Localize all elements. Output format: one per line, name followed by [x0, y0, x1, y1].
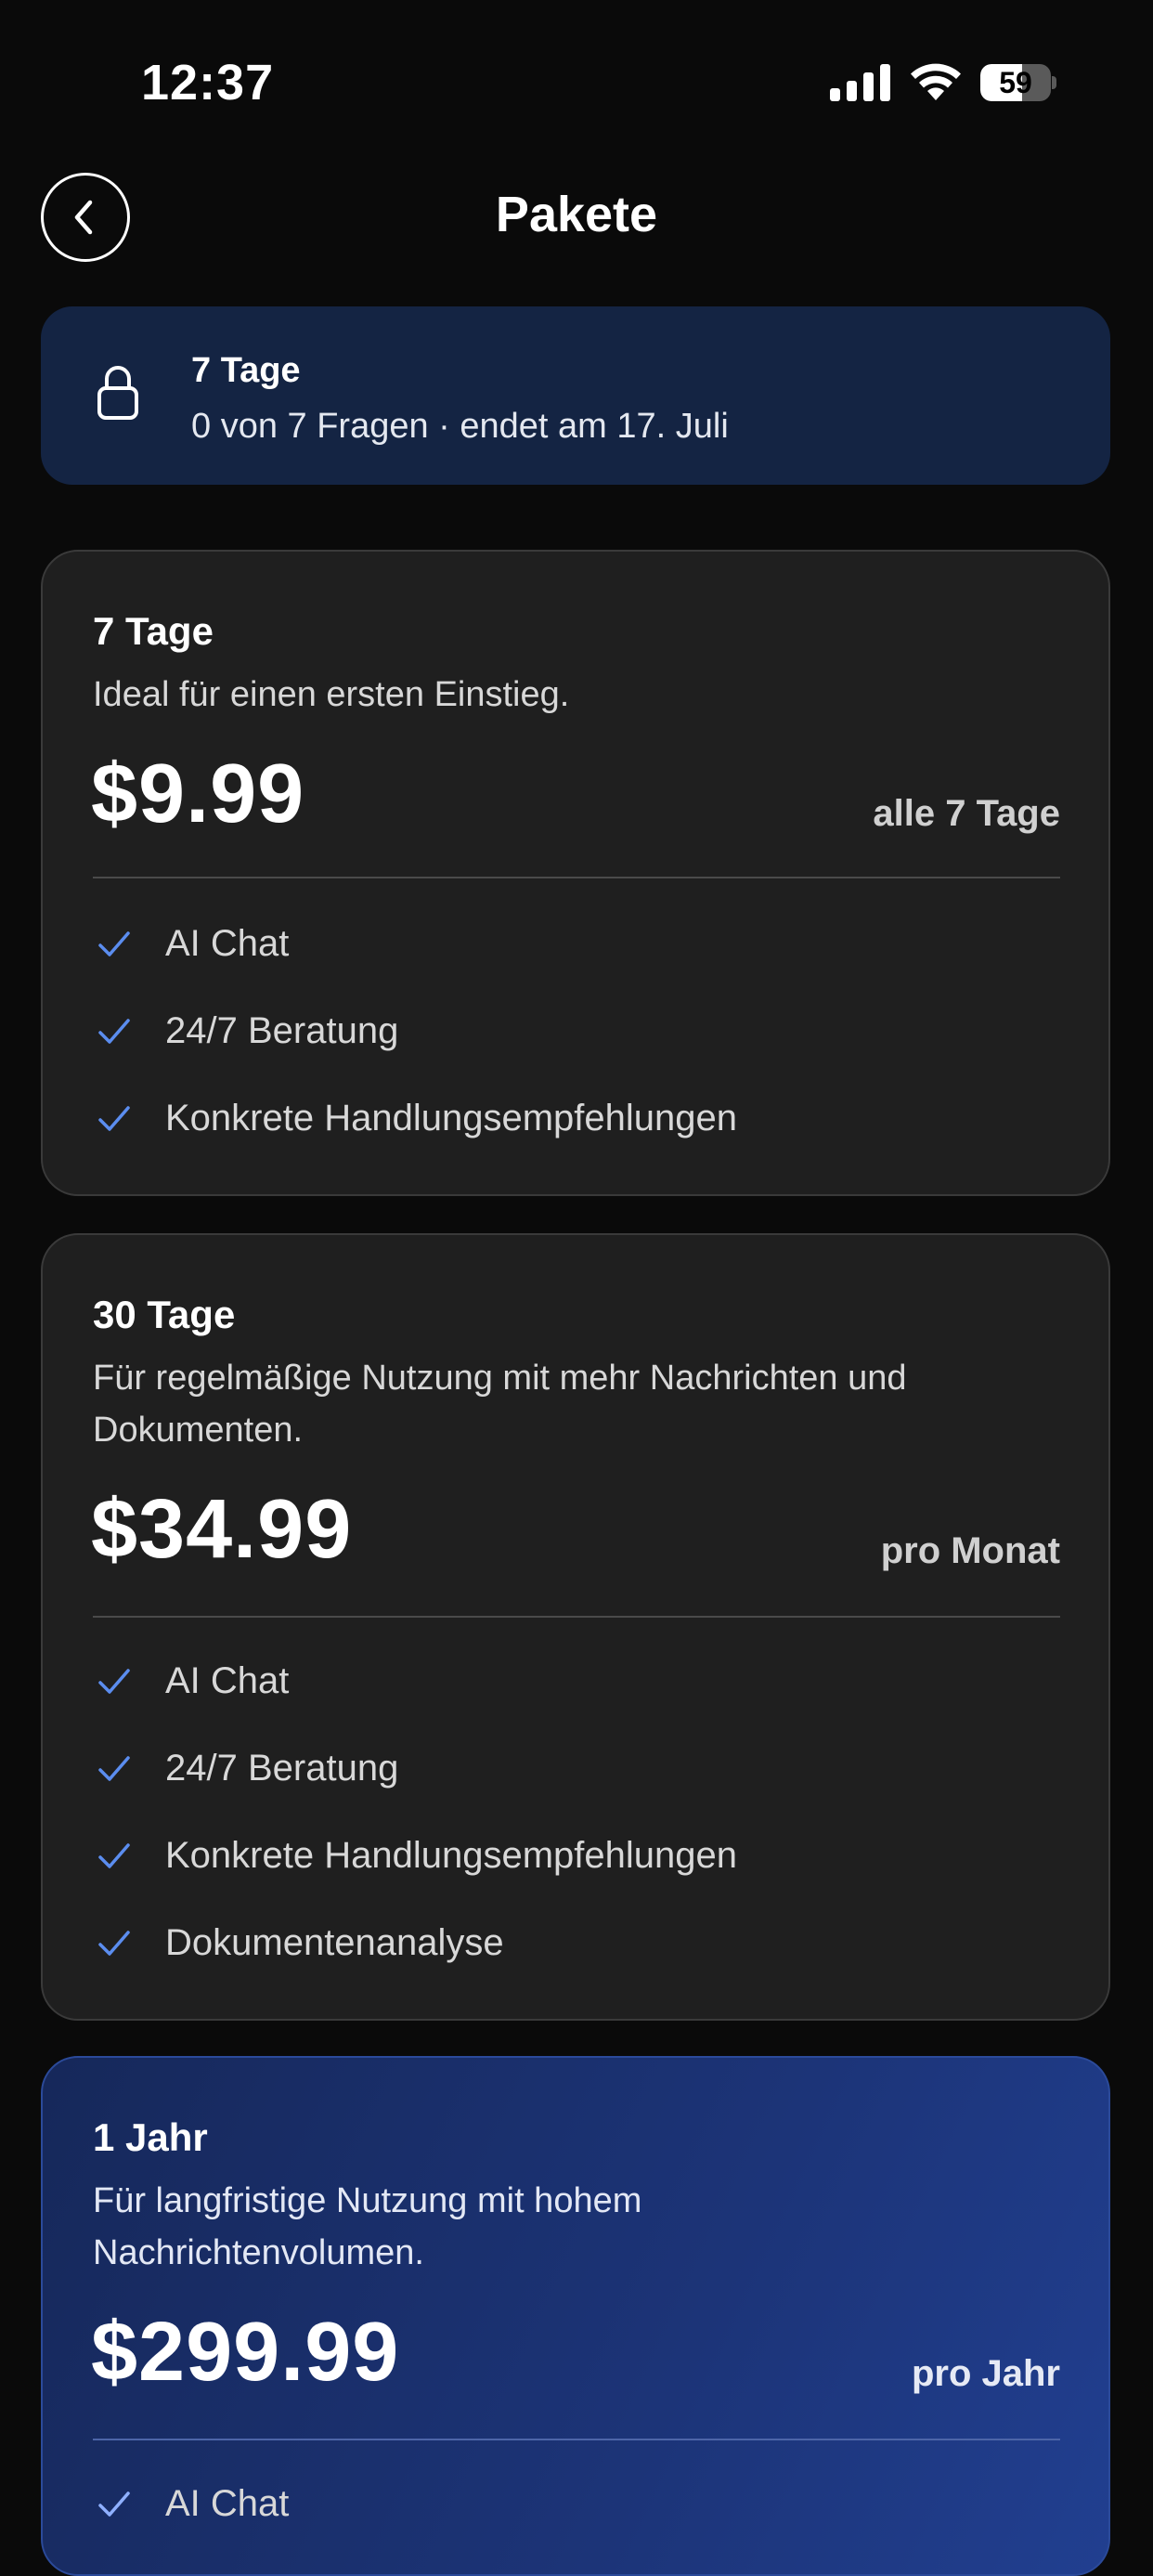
status-icons: 59: [830, 63, 1056, 102]
plan-divider: [93, 1616, 1060, 1618]
check-icon: [98, 1843, 130, 1868]
cellular-signal-icon: [830, 64, 890, 101]
plan-period: pro Jahr: [911, 2353, 1060, 2394]
plan-divider: [93, 2439, 1060, 2440]
feature-label: Dokumentenanalyse: [165, 1921, 504, 1963]
check-icon: [98, 1669, 130, 1694]
page-title: Pakete: [495, 187, 658, 242]
plan-description: Für regelmäßige Nutzung mit mehr Nachric…: [93, 1359, 907, 1450]
plan-name: 1 Jahr: [93, 2115, 208, 2159]
check-icon: [98, 2491, 130, 2517]
feature-label: AI Chat: [165, 1659, 290, 1701]
plan-card-1-jahr[interactable]: 1 Jahr Für langfristige Nutzung mit hohe…: [41, 2056, 1110, 2576]
feature-item: AI Chat: [93, 1653, 289, 1709]
current-plan-name: 7 Tage: [191, 351, 301, 390]
wifi-icon: [911, 63, 961, 100]
check-icon: [98, 1019, 130, 1044]
feature-label: AI Chat: [165, 922, 290, 964]
plan-price: $9.99: [91, 748, 305, 840]
status-bar: 12:37 59: [0, 0, 1153, 158]
plan-price: $299.99: [91, 2306, 400, 2399]
current-plan-banner: 7 Tage 0 von 7 Fragen · endet am 17. Jul…: [41, 306, 1110, 485]
plan-name: 7 Tage: [93, 609, 214, 653]
feature-item: Konkrete Handlungsempfehlungen: [93, 1090, 737, 1146]
feature-label: 24/7 Beratung: [165, 1009, 399, 1051]
check-icon: [98, 931, 130, 956]
plan-price: $34.99: [91, 1483, 353, 1576]
check-icon: [98, 1106, 130, 1131]
feature-item: 24/7 Beratung: [93, 1740, 398, 1796]
feature-label: 24/7 Beratung: [165, 1747, 399, 1789]
feature-item: Konkrete Handlungsempfehlungen: [93, 1828, 737, 1883]
plan-card-7-tage[interactable]: 7 Tage Ideal für einen ersten Einstieg. …: [41, 550, 1110, 1196]
status-time: 12:37: [141, 55, 275, 111]
feature-item: AI Chat: [93, 916, 289, 971]
feature-item: Dokumentenanalyse: [93, 1915, 504, 1971]
check-icon: [98, 1756, 130, 1781]
current-plan-status: 0 von 7 Fragen · endet am 17. Juli: [191, 407, 729, 446]
battery-icon: 59: [980, 64, 1056, 101]
feature-label: Konkrete Handlungsempfehlungen: [165, 1834, 737, 1876]
plan-description: Für langfristige Nutzung mit hohem Nachr…: [93, 2181, 642, 2272]
lock-icon: [97, 366, 138, 420]
check-icon: [98, 1931, 130, 1956]
feature-label: Konkrete Handlungsempfehlungen: [165, 1097, 737, 1138]
feature-item: AI Chat: [93, 2476, 289, 2531]
plan-description: Ideal für einen ersten Einstieg.: [93, 675, 570, 714]
battery-level: 59: [999, 66, 1032, 99]
feature-label: AI Chat: [165, 2482, 290, 2524]
feature-item: 24/7 Beratung: [93, 1003, 398, 1059]
plan-name: 30 Tage: [93, 1293, 236, 1336]
plan-period: pro Monat: [880, 1530, 1060, 1571]
plan-period: alle 7 Tage: [873, 793, 1060, 834]
plan-divider: [93, 877, 1060, 878]
plan-card-30-tage[interactable]: 30 Tage Für regelmäßige Nutzung mit mehr…: [41, 1233, 1110, 2021]
